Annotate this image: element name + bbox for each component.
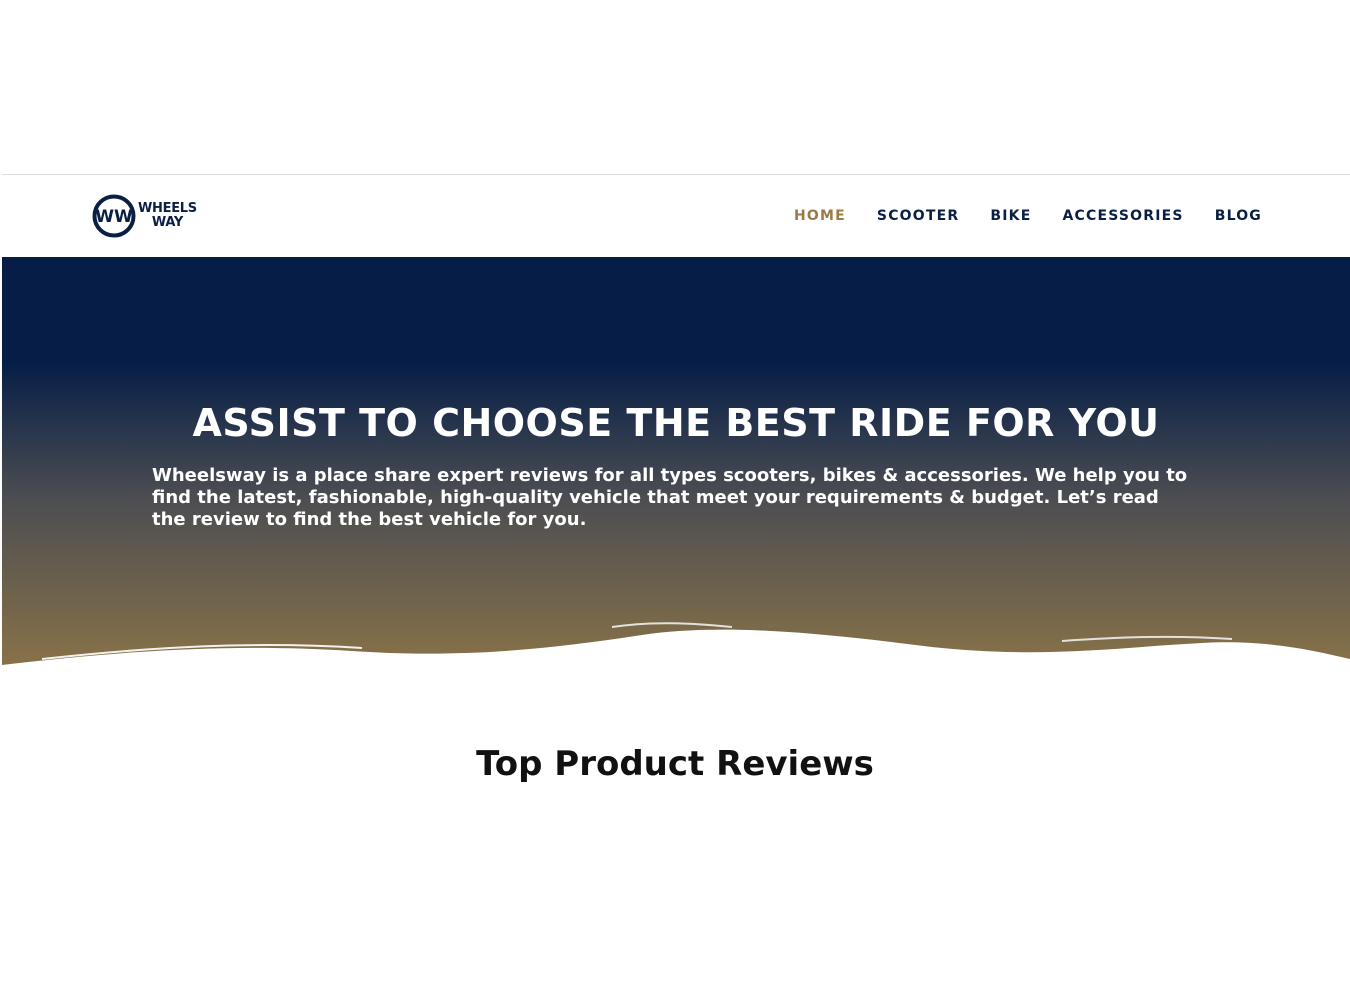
- site-header: WW WHEELS WAY HOME SCOOTER BIKE ACCESSOR…: [2, 175, 1350, 257]
- site-logo[interactable]: WW WHEELS WAY: [92, 193, 197, 239]
- logo-line-2: WAY: [151, 215, 183, 230]
- hero-description: Wheelsway is a place share expert review…: [152, 465, 1188, 530]
- hero-wave-divider: [2, 622, 1350, 677]
- logo-monogram: WW: [95, 207, 133, 227]
- nav-item-home[interactable]: HOME: [794, 208, 846, 224]
- nav-item-accessories[interactable]: ACCESSORIES: [1062, 208, 1183, 224]
- page: WW WHEELS WAY HOME SCOOTER BIKE ACCESSOR…: [0, 0, 1350, 1000]
- wheel-monogram-icon: WW: [92, 194, 136, 238]
- main-nav: HOME SCOOTER BIKE ACCESSORIES BLOG: [763, 175, 1262, 257]
- nav-item-scooter[interactable]: SCOOTER: [877, 208, 959, 224]
- logo-wordmark: WHEELS WAY: [138, 202, 197, 230]
- nav-item-bike[interactable]: BIKE: [990, 208, 1031, 224]
- hero-title: ASSIST TO CHOOSE THE BEST RIDE FOR YOU: [192, 401, 1160, 445]
- top-product-reviews-heading: Top Product Reviews: [476, 744, 874, 784]
- logo-line-1: WHEELS: [138, 201, 197, 216]
- nav-item-blog[interactable]: BLOG: [1215, 208, 1262, 224]
- hero-banner: ASSIST TO CHOOSE THE BEST RIDE FOR YOU W…: [2, 257, 1350, 677]
